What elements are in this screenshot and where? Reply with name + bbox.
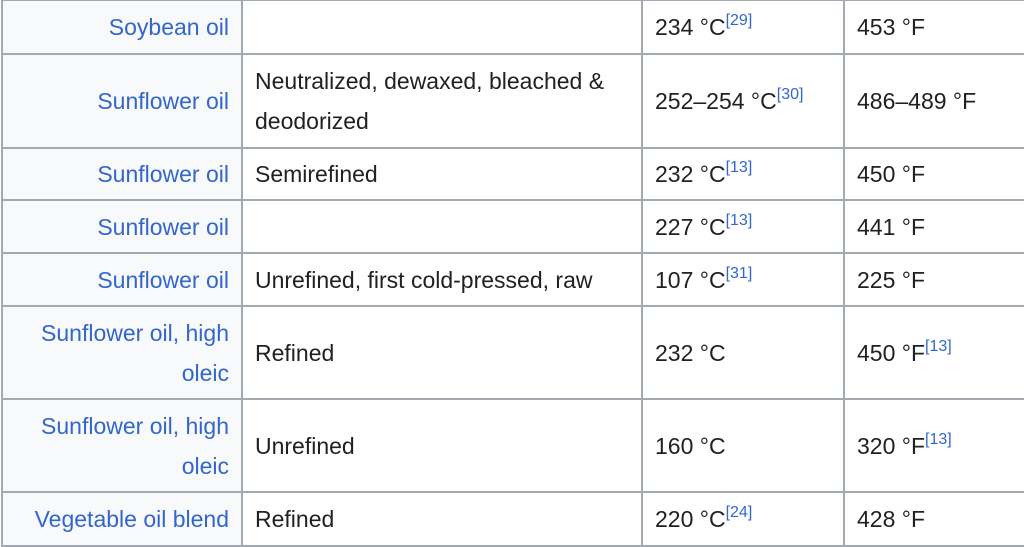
reference-link[interactable]: [31] — [726, 265, 753, 282]
table-row: Sunflower oil Neutralized, dewaxed, bleac… — [1, 53, 1024, 149]
celsius-value: 227 °C — [655, 213, 726, 240]
oil-link[interactable]: Vegetable oil blend — [35, 506, 229, 532]
celsius-cell: 232 °C[13] — [641, 147, 845, 201]
quality-cell: Refined — [241, 305, 643, 400]
oil-link[interactable]: Sunflower oil, high oleic — [41, 320, 229, 386]
fahrenheit-cell: 320 °F[13] — [843, 398, 1024, 493]
fahrenheit-cell: 450 °F — [843, 147, 1024, 201]
fahrenheit-cell: 450 °F[13] — [843, 305, 1024, 400]
fahrenheit-value: 441 °F — [857, 213, 926, 240]
reference-link[interactable]: [13] — [925, 338, 952, 355]
reference-link[interactable]: [13] — [726, 159, 753, 176]
table-row: Sunflower oil Unrefined, first cold-press… — [1, 252, 1024, 307]
oil-name-cell: Sunflower oil, high oleic — [1, 305, 243, 400]
table-row: Sunflower oil Semirefined 232 °C[13] 450 °F — [1, 147, 1024, 201]
oil-link[interactable]: Sunflower oil — [97, 267, 229, 293]
fahrenheit-value: 453 °F — [857, 14, 926, 40]
fahrenheit-value: 486–489 °F — [857, 88, 977, 114]
oil-link[interactable]: Sunflower oil — [97, 88, 229, 114]
oil-name-cell: Sunflower oil — [1, 53, 243, 149]
celsius-value: 234 °C — [655, 14, 726, 40]
fahrenheit-cell: 225 °F — [843, 252, 1024, 307]
celsius-value: 160 °C — [655, 432, 726, 459]
oil-name-cell: Sunflower oil — [1, 147, 243, 201]
fahrenheit-value: 320 °F — [857, 432, 926, 459]
celsius-cell: 227 °C[13] — [641, 199, 845, 254]
reference-link[interactable]: [24] — [726, 504, 753, 521]
quality-text: Unrefined — [255, 432, 355, 459]
quality-text: Semirefined — [255, 161, 378, 187]
quality-cell: Refined — [241, 491, 643, 547]
celsius-cell: 232 °C — [641, 305, 845, 400]
table-row: Soybean oil 234 °C[29] 453 °F — [1, 0, 1024, 55]
table-row: Vegetable oil blend Refined 220 °C[24] 428 … — [1, 491, 1024, 547]
celsius-value: 232 °C — [655, 161, 726, 187]
quality-cell: Semirefined — [241, 147, 643, 201]
oil-name-cell: Sunflower oil — [1, 199, 243, 254]
celsius-value: 232 °C — [655, 339, 726, 366]
reference-link[interactable]: [13] — [726, 212, 753, 229]
fahrenheit-cell: 428 °F — [843, 491, 1024, 547]
quality-cell: Unrefined — [241, 398, 643, 493]
quality-cell: Unrefined, first cold-pressed, raw — [241, 252, 643, 307]
quality-cell — [241, 199, 643, 254]
celsius-value: 220 °C — [655, 506, 726, 532]
reference-link[interactable]: [29] — [726, 12, 753, 29]
fahrenheit-value: 428 °F — [857, 506, 926, 532]
fahrenheit-value: 450 °F — [857, 161, 926, 187]
table-row: Sunflower oil, high oleic Refined 232 °C 45… — [1, 305, 1024, 400]
fahrenheit-cell: 441 °F — [843, 199, 1024, 254]
oil-link[interactable]: Soybean oil — [109, 14, 229, 40]
fahrenheit-value: 225 °F — [857, 266, 926, 293]
quality-cell: Neutralized, dewaxed, bleached & deodori… — [241, 53, 643, 149]
celsius-value: 107 °C — [655, 266, 726, 293]
quality-text: Neutralized, dewaxed, bleached & deodori… — [255, 68, 605, 134]
oil-link[interactable]: Sunflower oil, high oleic — [41, 413, 229, 479]
celsius-cell: 160 °C — [641, 398, 845, 493]
quality-cell — [241, 0, 643, 55]
fahrenheit-value: 450 °F — [857, 339, 926, 366]
oil-link[interactable]: Sunflower oil — [97, 214, 229, 240]
celsius-value: 252–254 °C — [655, 88, 777, 114]
quality-text: Refined — [255, 339, 335, 366]
reference-link[interactable]: [13] — [925, 431, 952, 448]
oil-name-cell: Sunflower oil — [1, 252, 243, 307]
celsius-cell: 234 °C[29] — [641, 0, 845, 55]
celsius-cell: 252–254 °C[30] — [641, 53, 845, 149]
smoke-point-table: Soybean oil 234 °C[29] 453 °F Sunflower oil… — [1, 0, 1024, 547]
quality-text: Unrefined, first cold-pressed, raw — [255, 266, 593, 293]
oil-name-cell: Sunflower oil, high oleic — [1, 398, 243, 493]
celsius-cell: 220 °C[24] — [641, 491, 845, 547]
table-row: Sunflower oil 227 °C[13] 441 °F — [1, 199, 1024, 254]
oil-link[interactable]: Sunflower oil — [97, 161, 229, 187]
fahrenheit-cell: 486–489 °F — [843, 53, 1024, 149]
oil-name-cell: Soybean oil — [1, 0, 243, 55]
celsius-cell: 107 °C[31] — [641, 252, 845, 307]
oil-name-cell: Vegetable oil blend — [1, 491, 243, 547]
reference-link[interactable]: [30] — [777, 86, 804, 103]
table-row: Sunflower oil, high oleic Unrefined 160 °C… — [1, 398, 1024, 493]
fahrenheit-cell: 453 °F — [843, 0, 1024, 55]
quality-text: Refined — [255, 506, 335, 532]
